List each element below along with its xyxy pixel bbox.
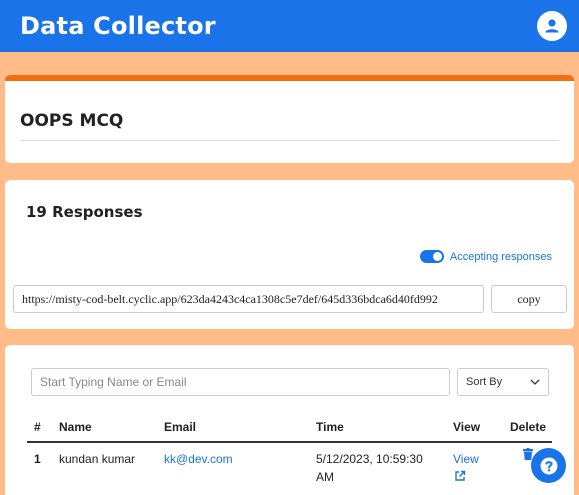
row-view-link[interactable]: View xyxy=(453,452,479,466)
external-link-icon[interactable] xyxy=(454,470,466,482)
share-link-field[interactable]: https://misty-cod-belt.cyclic.app/623da4… xyxy=(13,285,484,313)
question-mark-icon xyxy=(540,457,557,474)
column-header-delete: Delete xyxy=(510,420,547,434)
row-email-link[interactable]: kk@dev.com xyxy=(164,452,233,466)
accepting-responses-label: Accepting responses xyxy=(449,250,552,263)
row-time-line-1: 5/12/2023, 10:59:30 xyxy=(316,452,423,466)
user-avatar-icon xyxy=(545,19,559,33)
column-header-view: View xyxy=(453,420,481,434)
responses-count: 19 Responses xyxy=(26,203,143,221)
chevron-down-icon xyxy=(530,379,540,385)
column-header-name: Name xyxy=(59,420,92,434)
form-title-card: OOPS MCQ xyxy=(5,75,574,163)
search-input[interactable]: Start Typing Name or Email xyxy=(31,368,450,396)
divider xyxy=(20,140,559,141)
column-header-email: Email xyxy=(164,420,197,434)
responses-card: 19 Responses Accepting responses https:/… xyxy=(5,180,574,329)
column-header-number: # xyxy=(34,420,41,434)
responses-table-card: Start Typing Name or Email Sort By # Nam… xyxy=(5,345,574,495)
table-header-divider xyxy=(27,441,552,443)
accepting-responses-toggle-row: Accepting responses xyxy=(419,250,552,263)
copy-button[interactable]: copy xyxy=(491,285,567,313)
form-title: OOPS MCQ xyxy=(20,111,124,131)
row-name: kundan kumar xyxy=(59,452,136,466)
sort-select[interactable]: Sort By xyxy=(457,368,549,396)
column-header-time: Time xyxy=(316,420,344,434)
help-button[interactable] xyxy=(531,448,566,483)
sort-select-label: Sort By xyxy=(466,376,503,388)
accepting-responses-toggle[interactable] xyxy=(419,250,444,263)
row-time-line-2: AM xyxy=(316,470,334,484)
app-title: Data Collector xyxy=(20,12,216,40)
row-number: 1 xyxy=(34,452,41,466)
user-avatar-button[interactable] xyxy=(537,11,567,41)
app-header: Data Collector xyxy=(0,0,579,52)
